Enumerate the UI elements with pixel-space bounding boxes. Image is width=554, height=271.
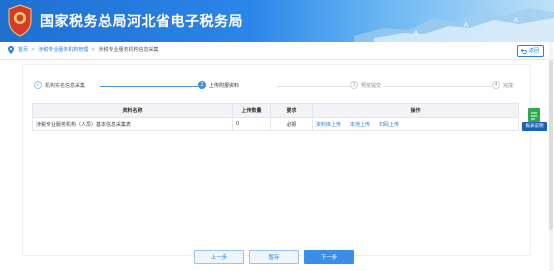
location-pin-icon	[8, 46, 14, 54]
column-header-name: 资料名称	[32, 103, 233, 118]
step-4: 4 完成	[492, 81, 517, 89]
table-row: 涉税专业服务机构（人员）基本信息采集表 0 必报 资料库上传 本地上传 扫码上传	[32, 117, 519, 131]
step-3-number: 3	[350, 81, 358, 89]
step-connector	[384, 86, 492, 87]
content-card	[22, 64, 531, 256]
document-icon	[528, 108, 540, 122]
step-4-label: 完成	[503, 82, 514, 89]
step-1: ✓ 机构实名信息采集	[34, 81, 89, 89]
site-header: 国家税务总局河北省电子税务局	[0, 0, 554, 42]
upload-count: 0	[232, 117, 271, 131]
step-connector	[100, 86, 198, 87]
back-button[interactable]: 返回	[516, 45, 544, 57]
step-3: 3 预览提交	[350, 81, 385, 89]
scrollbar-thumb[interactable]	[549, 60, 553, 230]
prev-step-button[interactable]: 上一步	[194, 250, 244, 264]
table-header-row: 资料名称 上传数量 要求 操作	[32, 103, 519, 118]
requirement: 必报	[270, 117, 313, 131]
step-connector	[276, 86, 352, 87]
breadcrumb-current: 涉税专业服务机构信息采集	[98, 47, 159, 53]
scan-upload-link[interactable]: 扫码上传	[379, 122, 399, 128]
actions-cell: 资料库上传 本地上传 扫码上传	[312, 117, 519, 131]
breadcrumb-home-link[interactable]: 首页	[18, 47, 28, 53]
step-2: 2 上传附报资料	[198, 81, 243, 89]
breadcrumb-separator: >	[31, 47, 36, 53]
step-4-number: 4	[492, 81, 500, 89]
column-header-actions: 操作	[312, 103, 519, 118]
breadcrumb-agency-management-link[interactable]: 涉税专业服务机构管理	[38, 47, 88, 53]
breadcrumb: 首页 > 涉税专业服务机构管理 > 涉税专业服务机构信息采集 返回	[0, 42, 554, 60]
site-title: 国家税务总局河北省电子税务局	[40, 14, 243, 30]
attachment-table: 资料名称 上传数量 要求 操作 涉税专业服务机构（人员）基本信息采集表 0 必报…	[32, 103, 519, 131]
library-upload-link[interactable]: 资料库上传	[316, 122, 341, 128]
save-draft-button[interactable]: 暂存	[249, 250, 299, 264]
back-button-label: 返回	[528, 48, 539, 54]
tax-emblem-icon	[7, 4, 33, 38]
step-2-number: 2	[198, 81, 206, 89]
breadcrumb-separator: >	[91, 47, 96, 53]
next-step-button[interactable]: 下一步	[304, 250, 354, 264]
step-2-label: 上传附报资料	[209, 82, 240, 89]
column-header-requirement: 要求	[270, 103, 313, 118]
document-name: 涉税专业服务机构（人员）基本信息采集表	[32, 117, 233, 131]
local-upload-link[interactable]: 本地上传	[350, 122, 370, 128]
great-wall-banner	[354, 8, 554, 42]
column-header-count: 上传数量	[232, 103, 271, 118]
check-icon: ✓	[34, 81, 42, 89]
report-instructions-tab[interactable]: 报表说明	[522, 108, 547, 132]
report-instructions-label: 报表说明	[522, 122, 547, 131]
step-1-label: 机构实名信息采集	[45, 82, 86, 89]
back-arrow-icon	[520, 48, 527, 54]
step-3-label: 预览提交	[361, 82, 382, 89]
